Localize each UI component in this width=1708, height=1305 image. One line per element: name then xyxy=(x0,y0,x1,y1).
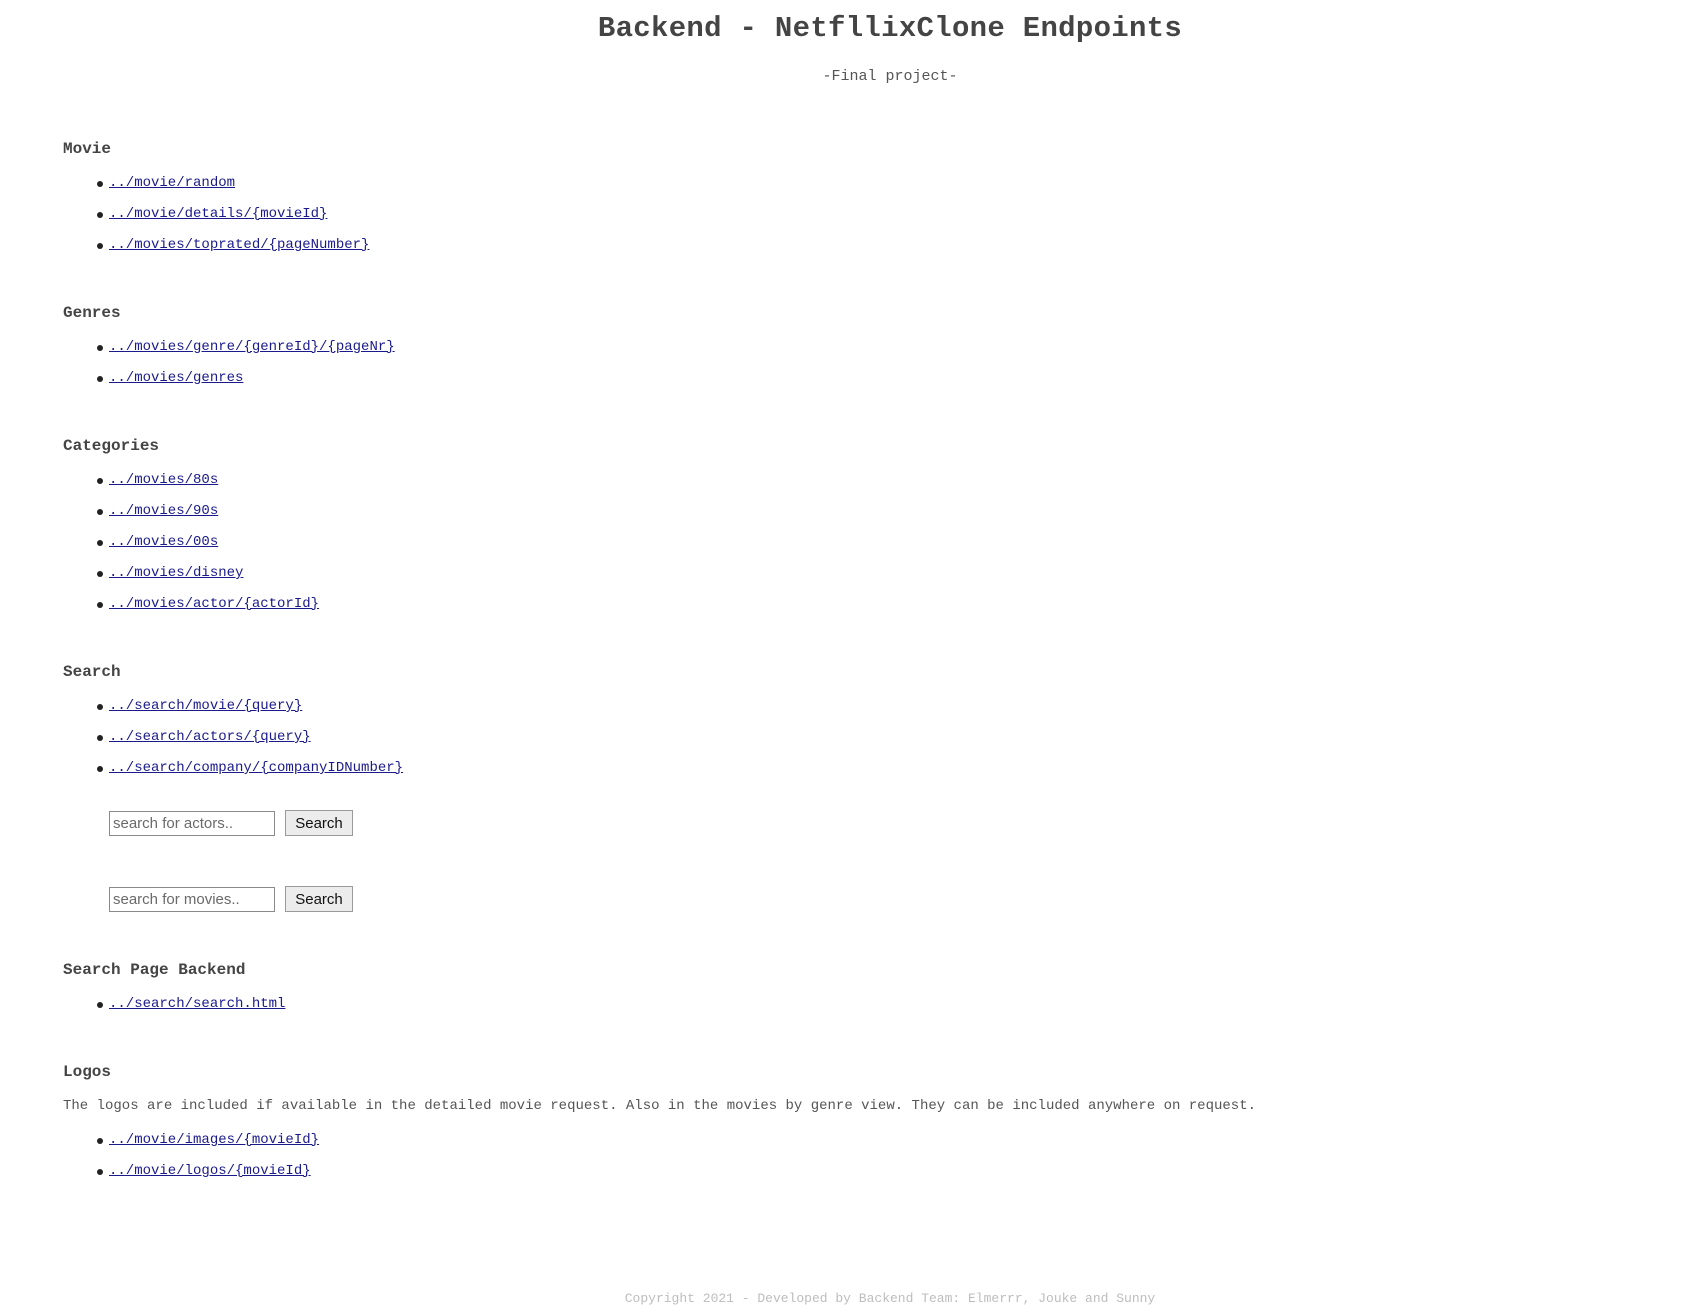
list-item: ../movies/90s xyxy=(63,500,319,531)
endpoint-link-movies-toprated[interactable]: ../movies/toprated/{pageNumber} xyxy=(109,237,369,253)
endpoint-list-categories: ../movies/80s ../movies/90s ../movies/00… xyxy=(63,469,319,624)
section-heading-search-page-backend: Search Page Backend xyxy=(63,961,246,979)
list-item: ../movie/logos/{movieId} xyxy=(63,1160,1256,1191)
section-genres: Genres ../movies/genre/{genreId}/{pageNr… xyxy=(63,302,395,398)
section-heading-logos: Logos xyxy=(63,1063,112,1081)
movie-search-button[interactable]: Search xyxy=(285,886,353,912)
endpoint-list-logos: ../movie/images/{movieId} ../movie/logos… xyxy=(63,1129,1256,1191)
section-heading-genres: Genres xyxy=(63,304,121,322)
logos-description: The logos are included if available in t… xyxy=(63,1098,1256,1114)
endpoint-list-search: ../search/movie/{query} ../search/actors… xyxy=(63,695,403,788)
page-subtitle: -Final project- xyxy=(822,68,958,85)
endpoint-link-search-actors[interactable]: ../search/actors/{query} xyxy=(109,729,311,745)
page-title: Backend - NetfllixClone Endpoints xyxy=(597,12,1183,45)
endpoint-link-movies-80s[interactable]: ../movies/80s xyxy=(109,472,218,488)
list-item: ../search/search.html xyxy=(63,993,285,1024)
actor-search-form: Search xyxy=(109,810,353,836)
section-search-page-backend: Search Page Backend ../search/search.htm… xyxy=(63,959,285,1024)
list-item: ../movies/toprated/{pageNumber} xyxy=(63,234,369,265)
list-item: ../search/company/{companyIDNumber} xyxy=(63,757,403,788)
endpoint-link-movie-random[interactable]: ../movie/random xyxy=(109,175,235,191)
list-item: ../movies/80s xyxy=(63,469,319,500)
list-item: ../movies/genres xyxy=(63,367,395,398)
actor-search-button[interactable]: Search xyxy=(285,810,353,836)
endpoint-link-movie-images[interactable]: ../movie/images/{movieId} xyxy=(109,1132,319,1148)
endpoint-link-movies-genre[interactable]: ../movies/genre/{genreId}/{pageNr} xyxy=(109,339,395,355)
endpoint-link-movies-00s[interactable]: ../movies/00s xyxy=(109,534,218,550)
endpoint-link-search-html[interactable]: ../search/search.html xyxy=(109,996,285,1012)
endpoint-link-search-movie[interactable]: ../search/movie/{query} xyxy=(109,698,302,714)
footer-copyright: Copyright 2021 - Developed by Backend Te… xyxy=(624,1291,1156,1305)
list-item: ../movies/00s xyxy=(63,531,319,562)
section-heading-categories: Categories xyxy=(63,437,160,455)
list-item: ../movies/genre/{genreId}/{pageNr} xyxy=(63,336,395,367)
list-item: ../movies/disney xyxy=(63,562,319,593)
section-logos: Logos The logos are included if availabl… xyxy=(63,1061,1256,1191)
list-item: ../search/actors/{query} xyxy=(63,726,403,757)
endpoint-link-movies-genres[interactable]: ../movies/genres xyxy=(109,370,243,386)
list-item: ../movie/images/{movieId} xyxy=(63,1129,1256,1160)
section-heading-movie: Movie xyxy=(63,140,112,158)
endpoint-link-movies-actor[interactable]: ../movies/actor/{actorId} xyxy=(109,596,319,612)
list-item: ../movie/random xyxy=(63,172,369,203)
list-item: ../search/movie/{query} xyxy=(63,695,403,726)
movie-search-input[interactable] xyxy=(109,886,275,912)
movie-search-form: Search xyxy=(109,886,353,912)
endpoint-link-movies-90s[interactable]: ../movies/90s xyxy=(109,503,218,519)
endpoint-list-movie: ../movie/random ../movie/details/{movieI… xyxy=(63,172,369,265)
section-categories: Categories ../movies/80s ../movies/90s .… xyxy=(63,435,319,624)
endpoint-list-genres: ../movies/genre/{genreId}/{pageNr} ../mo… xyxy=(63,336,395,398)
actor-search-input[interactable] xyxy=(109,810,275,836)
endpoint-link-movies-disney[interactable]: ../movies/disney xyxy=(109,565,243,581)
endpoint-link-movie-details[interactable]: ../movie/details/{movieId} xyxy=(109,206,327,222)
list-item: ../movie/details/{movieId} xyxy=(63,203,369,234)
endpoint-link-search-company[interactable]: ../search/company/{companyIDNumber} xyxy=(109,760,403,776)
endpoint-list-search-page: ../search/search.html xyxy=(63,993,285,1024)
endpoint-link-movie-logos[interactable]: ../movie/logos/{movieId} xyxy=(109,1163,311,1179)
section-movie: Movie ../movie/random ../movie/details/{… xyxy=(63,138,369,265)
section-search: Search ../search/movie/{query} ../search… xyxy=(63,661,403,788)
list-item: ../movies/actor/{actorId} xyxy=(63,593,319,624)
section-heading-search: Search xyxy=(63,663,121,681)
